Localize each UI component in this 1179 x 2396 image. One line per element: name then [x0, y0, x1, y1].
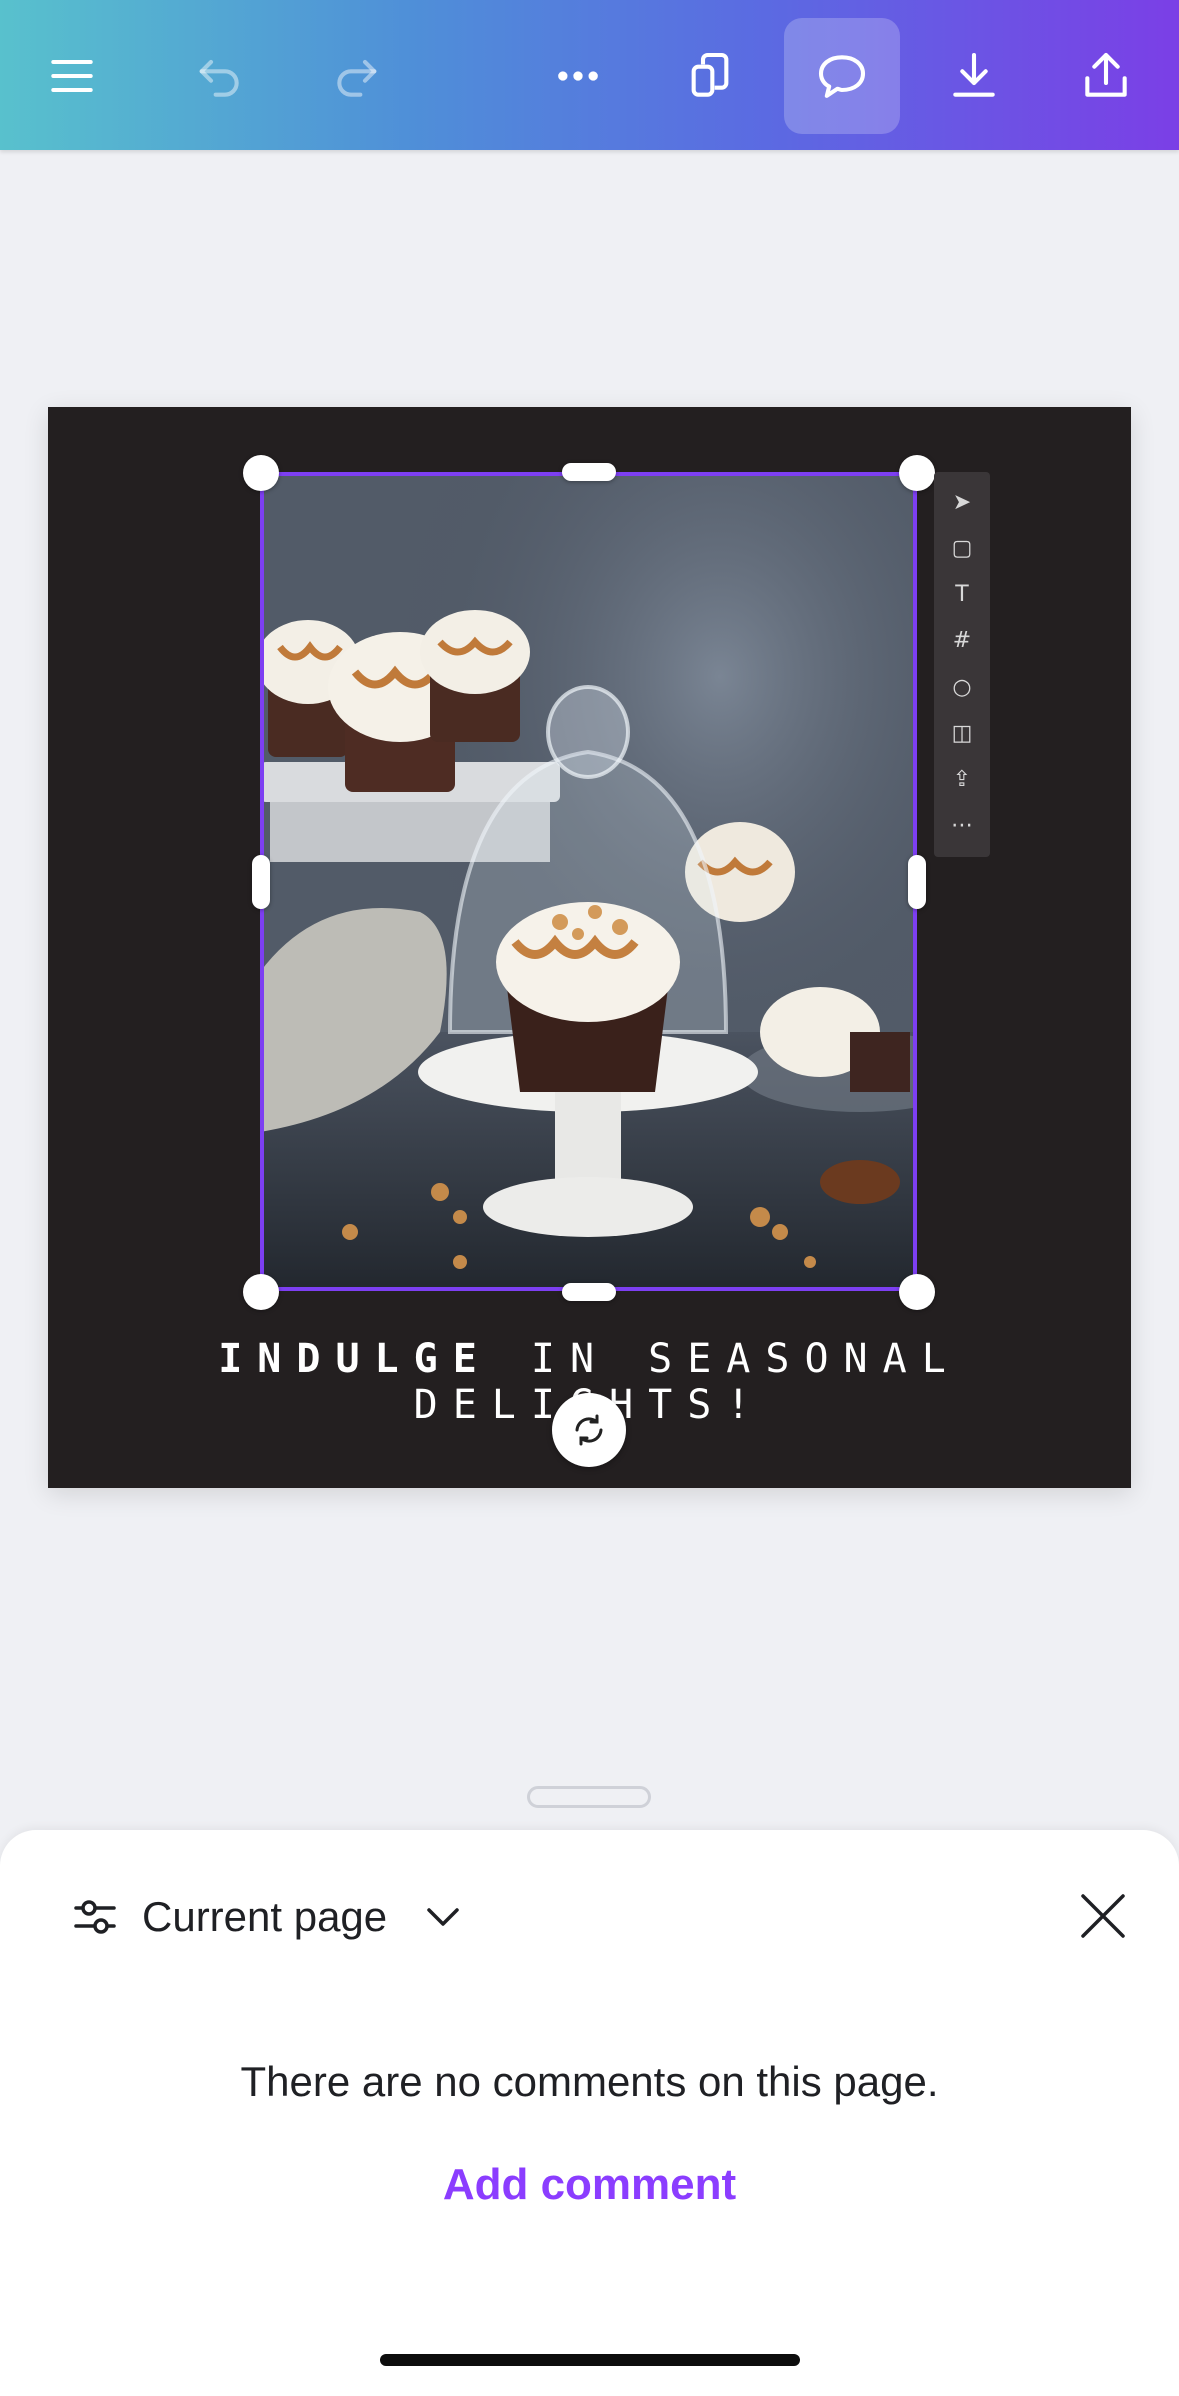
- pages-button[interactable]: [652, 18, 768, 134]
- resize-handle-top-left[interactable]: [243, 455, 279, 491]
- page-icon[interactable]: ▢: [952, 538, 973, 560]
- resize-handle-right[interactable]: [908, 855, 926, 909]
- share-icon: [1085, 52, 1127, 97]
- close-icon: [1081, 1894, 1125, 1938]
- side-toolbar: ➤ ▢ T # ○ ◫ ⇪ ⋯: [934, 472, 990, 857]
- sheet-drag-handle[interactable]: [527, 1786, 651, 1808]
- circle-icon[interactable]: ○: [952, 676, 971, 699]
- resize-handle-top[interactable]: [562, 463, 616, 481]
- sticky-icon[interactable]: ◫: [952, 722, 973, 745]
- resize-handle-bottom[interactable]: [562, 1283, 616, 1301]
- undo-button[interactable]: [160, 18, 276, 134]
- cursor-icon[interactable]: ➤: [953, 492, 971, 514]
- resize-handle-left[interactable]: [252, 855, 270, 909]
- download-button[interactable]: [916, 18, 1032, 134]
- copy-pages-icon: [691, 52, 729, 97]
- filter-sliders-icon: [74, 1900, 116, 1934]
- filter-label: Current page: [142, 1893, 388, 1940]
- rotate-icon: [575, 1414, 603, 1446]
- cupcake-photo[interactable]: [260, 472, 917, 1291]
- home-indicator[interactable]: [380, 2354, 800, 2366]
- top-toolbar: [0, 0, 1179, 150]
- comments-button[interactable]: [784, 18, 900, 134]
- add-comment-link[interactable]: Add comment: [0, 2160, 1179, 2210]
- resize-handle-top-right[interactable]: [899, 455, 935, 491]
- download-icon: [953, 52, 995, 97]
- more-icon: [558, 71, 598, 81]
- menu-button[interactable]: [14, 18, 130, 134]
- caption-bold: INDULGE: [218, 1336, 492, 1382]
- close-button[interactable]: [1075, 1888, 1131, 1944]
- resize-handle-bottom-left[interactable]: [243, 1274, 279, 1310]
- more-icon[interactable]: ⋯: [951, 814, 973, 837]
- text-icon[interactable]: T: [955, 584, 968, 606]
- undo-icon: [199, 59, 239, 97]
- redo-icon: [337, 59, 377, 97]
- resize-handle-bottom-right[interactable]: [899, 1274, 935, 1310]
- share-button[interactable]: [1048, 18, 1164, 134]
- menu-icon: [51, 59, 93, 93]
- comments-panel: Current page There are no comments on th…: [0, 1830, 1179, 2396]
- comment-icon: [818, 55, 866, 98]
- grid-icon[interactable]: #: [953, 630, 971, 652]
- caption-rest: IN SEASONAL DELIGHTS!: [414, 1336, 961, 1428]
- chevron-down-icon: [427, 1908, 459, 1926]
- upload-icon[interactable]: ⇪: [953, 768, 971, 791]
- page-filter-dropdown[interactable]: Current page: [72, 1887, 463, 1947]
- rotate-button[interactable]: [552, 1393, 626, 1467]
- redo-button[interactable]: [300, 18, 416, 134]
- cupcake-image: [260, 472, 917, 1291]
- more-button[interactable]: [520, 18, 636, 134]
- empty-comments-message: There are no comments on this page.: [240, 2058, 939, 2105]
